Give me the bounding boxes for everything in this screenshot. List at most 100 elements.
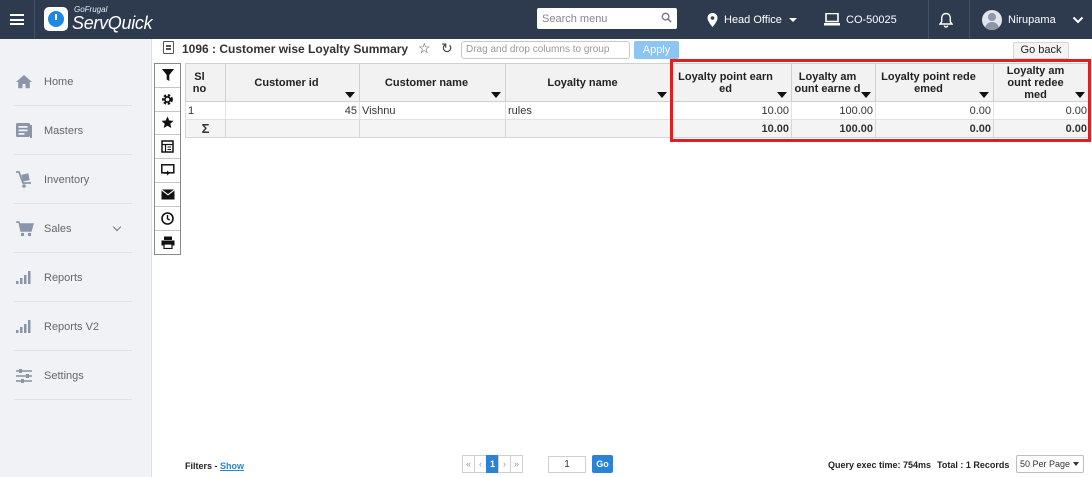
notifications-button[interactable] [939,0,959,39]
sigma-icon: Σ [185,119,226,138]
favorite-button[interactable] [155,112,180,136]
clock-logo-icon [44,7,68,31]
cell-sl-no: 1 [185,101,226,120]
gear-icon [162,93,173,105]
total-amount-earned: 100.00 [791,119,876,138]
column-menu-icon[interactable] [491,92,501,98]
per-page-select[interactable]: 50 Per Page [1016,455,1084,473]
column-menu-icon[interactable] [861,92,871,98]
export-sheet-icon [161,140,174,154]
column-header-amount-redeemed[interactable]: Loyalty am ount redee med [993,63,1090,102]
caret-down-icon [1073,462,1079,466]
avatar [982,9,1002,30]
caret-down-icon [788,17,797,22]
sidebar-item-label: Reports [44,271,83,284]
brand-logo[interactable]: GoFrugal ServQuick [44,4,153,34]
sidebar-item-label: Settings [44,369,84,382]
sidebar-item-label: Reports V2 [44,320,100,333]
column-header-customer-id[interactable]: Customer id [225,63,360,102]
divider [969,0,970,39]
schedule-button[interactable] [155,207,180,231]
show-filters-link[interactable]: Show [220,461,244,471]
inventory-icon [14,170,34,190]
search-icon[interactable] [661,12,672,23]
filters-summary: Filters - Show [185,461,244,471]
document-icon [163,41,174,54]
sidebar: Home Masters Inventory Sales Reports Rep… [0,39,152,477]
sidebar-item-sales[interactable]: Sales [14,205,132,253]
user-name: Nirupama [1008,13,1056,26]
page-number-input[interactable]: 1 [548,456,586,473]
print-button[interactable] [155,231,180,255]
bell-icon [939,12,953,28]
totals-cell-empty [225,119,360,138]
sidebar-item-settings[interactable]: Settings [14,352,132,400]
cell-customer-name: Vishnu [359,101,506,120]
column-header-loyalty-name[interactable]: Loyalty name [505,63,672,102]
column-header-customer-name[interactable]: Customer name [359,63,506,102]
export-button[interactable] [155,135,180,160]
group-by-dropzone[interactable]: Drag and drop columns to group [461,41,630,59]
pagination: « ‹ 1 › » [462,455,523,473]
apply-button[interactable]: Apply [634,41,679,59]
settings-button[interactable] [155,88,180,112]
sidebar-item-label: Inventory [44,173,90,186]
totals-cell-empty [359,119,506,138]
column-header-amount-earned[interactable]: Loyalty am ount earne d [791,63,876,102]
column-header-points-redeemed[interactable]: Loyalty point rede emed [875,63,994,102]
sidebar-item-label: Home [44,75,74,88]
cell-points-redeemed: 0.00 [875,101,994,120]
total-records: Total : 1 Records [937,460,1010,470]
printer-icon [161,236,174,249]
sidebar-item-home[interactable]: Home [14,58,132,106]
sidebar-item-label: Sales [44,222,72,235]
column-header-sl-no[interactable]: Sl no [185,63,226,102]
column-menu-icon[interactable] [1075,92,1085,98]
star-icon [161,116,174,129]
sidebar-item-masters[interactable]: Masters [14,107,132,155]
menu-toggle-button[interactable] [0,0,35,39]
counter-label: CO-50025 [846,13,897,26]
column-menu-icon[interactable] [345,92,355,98]
column-header-points-earned[interactable]: Loyalty point earn ed [671,63,792,102]
counter-selector[interactable]: CO-50025 [824,0,897,39]
cell-customer-id: 45 [225,101,360,120]
cell-amount-redeemed: 0.00 [993,101,1090,120]
last-page-button[interactable]: » [510,455,523,473]
search-input[interactable] [537,9,652,28]
share-button[interactable] [155,159,180,183]
user-menu[interactable]: Nirupama [982,0,1090,39]
location-pin-icon [707,12,718,27]
location-selector[interactable]: Head Office [707,0,797,39]
favorite-star-icon[interactable]: ☆ [418,40,431,57]
report-toolbar [154,63,181,255]
sidebar-item-reports[interactable]: Reports [14,254,132,302]
refresh-icon[interactable]: ↻ [441,40,453,57]
go-button[interactable]: Go [592,455,613,473]
bar-chart-icon [14,317,34,337]
page-title: 1096 : Customer wise Loyalty Summary [182,42,409,56]
chevron-down-icon [1072,16,1083,23]
filter-icon [161,69,174,82]
go-back-button[interactable]: Go back [1013,42,1069,59]
cell-amount-earned: 100.00 [791,101,876,120]
table-row[interactable]: 1 45 Vishnu rules 10.00 100.00 0.00 0.00 [185,101,1090,120]
grid-header-row: Sl no Customer id Customer name Loyalty … [185,63,1090,102]
column-menu-icon[interactable] [979,92,989,98]
column-menu-icon[interactable] [777,92,787,98]
sidebar-item-label: Masters [44,124,84,137]
envelope-icon [160,189,175,200]
cell-loyalty-name: rules [505,101,672,120]
masters-icon [14,121,34,141]
totals-row: Σ 10.00 100.00 0.00 0.00 [185,119,1090,138]
column-menu-icon[interactable] [657,92,667,98]
totals-cell-empty [505,119,672,138]
report-header: 1096 : Customer wise Loyalty Summary ☆ ↻… [152,39,1092,61]
sidebar-item-reports-v2[interactable]: Reports V2 [14,303,132,351]
menu-search [537,8,677,29]
filter-button[interactable] [155,64,180,88]
sidebar-item-inventory[interactable]: Inventory [14,156,132,204]
brand-name: ServQuick [72,13,153,33]
report-grid: Sl no Customer id Customer name Loyalty … [185,63,1090,138]
email-button[interactable] [155,183,180,207]
